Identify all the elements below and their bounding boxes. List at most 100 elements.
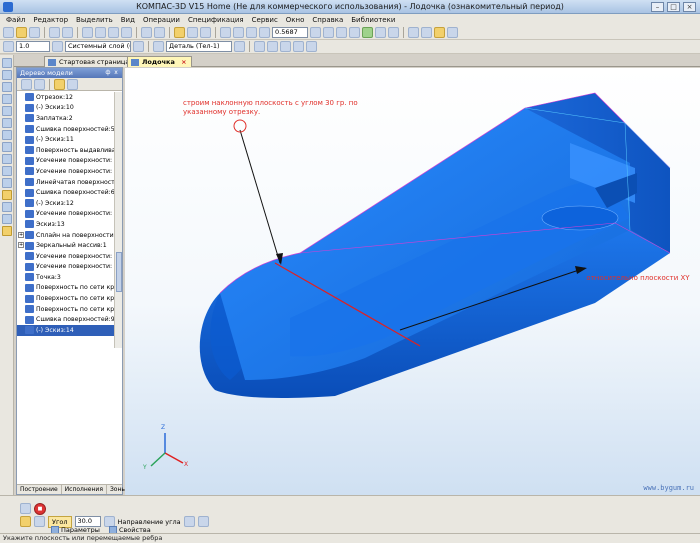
rotate-icon[interactable] [349, 27, 360, 38]
tree-item[interactable]: Эскиз:13 [17, 219, 116, 230]
detail-icon[interactable] [153, 41, 164, 52]
properties-icon[interactable] [187, 27, 198, 38]
tree-item[interactable]: Поверхность по сети кр [17, 304, 116, 315]
tree-item[interactable]: Усечение поверхности: [17, 166, 116, 177]
filter-selection-icon[interactable] [1, 130, 12, 140]
pan-icon[interactable] [336, 27, 347, 38]
arrays-icon[interactable] [1, 94, 12, 104]
dimension-icon[interactable] [293, 41, 304, 52]
tree-scrollbar[interactable] [114, 92, 122, 348]
tree-options-icon[interactable] [67, 78, 78, 90]
edit-details-icon[interactable] [1, 58, 12, 68]
filter-icon[interactable] [408, 27, 419, 38]
tree-filter-icon[interactable] [54, 78, 65, 90]
axis-tool-icon[interactable] [1, 214, 12, 224]
copy-icon[interactable] [95, 27, 106, 38]
active-plane-tool-icon[interactable] [1, 190, 12, 200]
detail-combo[interactable]: Деталь (Тел-1) [166, 41, 232, 52]
scroll-thumb[interactable] [116, 252, 122, 292]
cut-plane-icon[interactable] [280, 41, 291, 52]
layer-combo[interactable]: Системный слой (0) [65, 41, 131, 52]
paste-icon[interactable] [108, 27, 119, 38]
tree-item[interactable]: Заплатка:2 [17, 113, 116, 124]
sketch-tool-icon[interactable] [1, 226, 12, 236]
detail-settings-icon[interactable] [234, 41, 245, 52]
direction-reverse-icon[interactable] [197, 516, 209, 527]
point-tool-icon[interactable] [1, 202, 12, 212]
tree-item[interactable]: Поверхность по сети кр [17, 293, 116, 304]
close-button[interactable]: × [683, 2, 696, 12]
orientation-icon[interactable] [323, 27, 334, 38]
menu-file[interactable]: Файл [6, 16, 25, 24]
expand-icon[interactable]: + [18, 231, 24, 238]
table-icon[interactable] [306, 41, 317, 52]
open-folder-icon[interactable] [16, 27, 27, 38]
tree-item[interactable]: Усечение поверхности: [17, 262, 116, 273]
shaded-view-icon[interactable] [362, 27, 373, 38]
menu-service[interactable]: Сервис [252, 16, 278, 24]
tree-item[interactable]: (-) Эскиз:10 [17, 103, 116, 114]
menu-window[interactable]: Окно [286, 16, 305, 24]
pin-property-icon[interactable] [20, 503, 31, 514]
minimize-button[interactable]: – [651, 2, 664, 12]
tree-item[interactable]: Усечение поверхности: [17, 251, 116, 262]
help-pointer-icon[interactable] [200, 27, 211, 38]
variables-icon[interactable] [447, 27, 458, 38]
menu-select[interactable]: Выделить [76, 16, 113, 24]
redo-icon[interactable] [154, 27, 165, 38]
menu-libraries[interactable]: Библиотеки [351, 16, 395, 24]
spatial-curves-icon[interactable] [1, 70, 12, 80]
line-scale-combo[interactable]: 1.0 [16, 41, 50, 52]
library-icon[interactable] [434, 27, 445, 38]
zoom-icon[interactable] [220, 27, 231, 38]
undo-icon[interactable] [141, 27, 152, 38]
display-mode-icon[interactable] [254, 41, 265, 52]
model-viewport[interactable]: строим наклонную плоскость с углом 30 гр… [125, 68, 700, 495]
menu-operations[interactable]: Операции [143, 16, 180, 24]
direction-forward-icon[interactable] [183, 516, 195, 527]
layer-icon[interactable] [52, 41, 63, 52]
pin-icon[interactable]: ф [104, 69, 112, 77]
tab-versions[interactable]: Исполнения [62, 485, 107, 494]
tree-item[interactable]: Сшивка поверхностей:9 [17, 314, 116, 325]
close-tab-icon[interactable]: × [181, 58, 186, 66]
tab-start-page[interactable]: Стартовая страница [44, 56, 135, 67]
menu-view[interactable]: Вид [121, 16, 135, 24]
reports-icon[interactable] [1, 166, 12, 176]
manager-icon[interactable] [174, 27, 185, 38]
tree-item[interactable]: Линейчатая поверхность [17, 177, 116, 188]
menu-edit[interactable]: Редактор [33, 16, 68, 24]
tree-item[interactable]: Поверхность выдавливания [17, 145, 116, 156]
tree-item[interactable]: + Зеркальный массив:1 [17, 240, 116, 251]
maximize-button[interactable]: □ [667, 2, 680, 12]
format-painter-icon[interactable] [121, 27, 132, 38]
measure-icon[interactable] [1, 118, 12, 128]
tree-item[interactable]: Сшивка поверхностей:6 [17, 187, 116, 198]
menu-specification[interactable]: Спецификация [188, 16, 244, 24]
elements-icon[interactable] [1, 178, 12, 188]
close-panel-icon[interactable]: х [112, 69, 120, 77]
zoom-out-icon[interactable] [259, 27, 270, 38]
tree-item[interactable]: + Сплайн на поверхности [17, 230, 116, 241]
specification-icon[interactable] [1, 154, 12, 164]
cut-icon[interactable] [82, 27, 93, 38]
tree-view-icon[interactable] [21, 78, 32, 90]
new-document-icon[interactable] [3, 27, 14, 38]
tab-construction[interactable]: Построение [17, 485, 62, 494]
menu-help[interactable]: Справка [312, 16, 343, 24]
stop-command-icon[interactable]: ■ [34, 502, 46, 515]
tree-item[interactable]: Отрезок:12 [17, 92, 116, 103]
surfaces-icon[interactable] [1, 82, 12, 92]
tree-item[interactable]: (-) Эскиз:11 [17, 134, 116, 145]
layer-settings-icon[interactable] [133, 41, 144, 52]
display-mode-2-icon[interactable] [267, 41, 278, 52]
tree-item[interactable]: Поверхность по сети кр [17, 283, 116, 294]
tree-structure-icon[interactable] [34, 78, 45, 90]
snap-icon[interactable] [421, 27, 432, 38]
help-icon[interactable] [34, 516, 45, 527]
sheet-metal-icon[interactable] [1, 142, 12, 152]
wireframe-view-icon[interactable] [375, 27, 386, 38]
tree-item[interactable]: Усечение поверхности: [17, 209, 116, 220]
zoom-in-icon[interactable] [246, 27, 257, 38]
zoom-combo[interactable]: 0.5687 [272, 27, 308, 38]
